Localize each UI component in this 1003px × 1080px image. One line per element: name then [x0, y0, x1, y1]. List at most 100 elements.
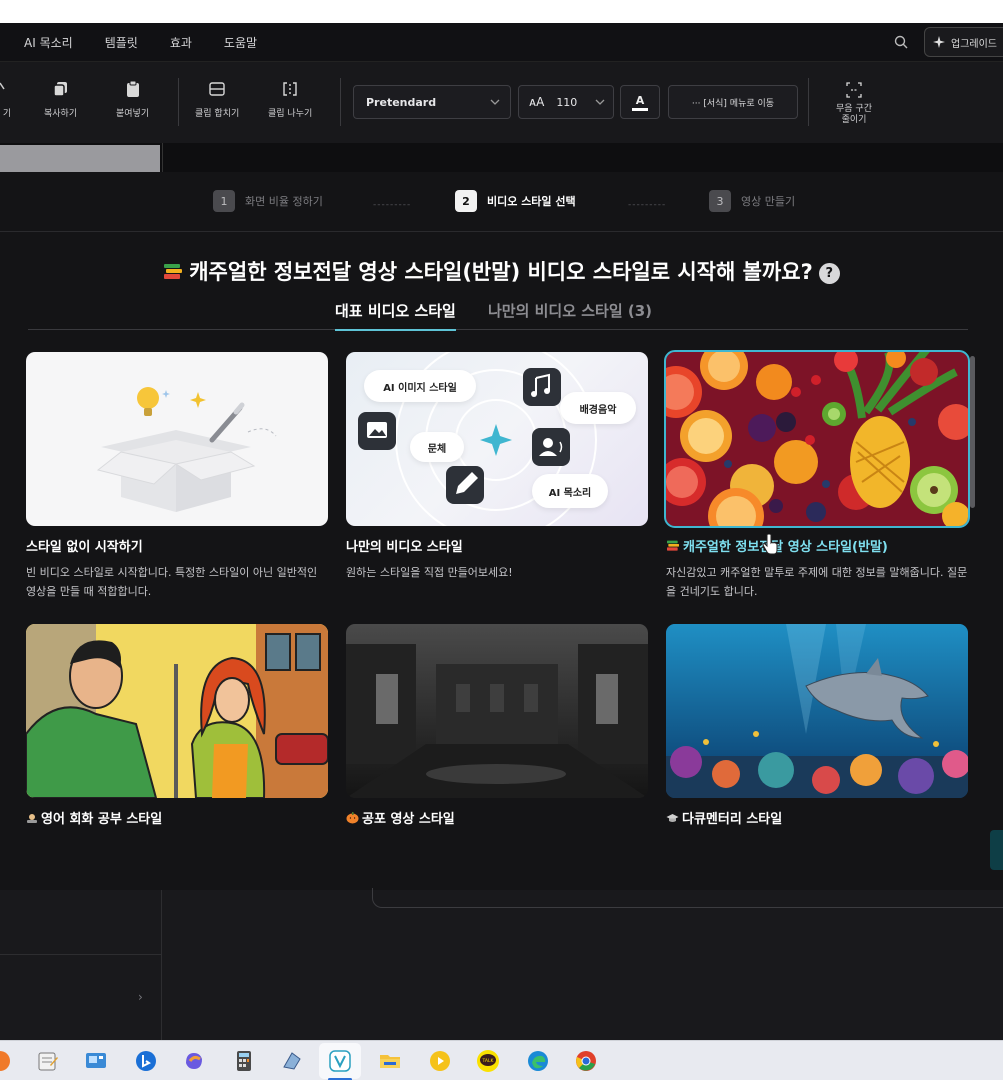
style-card-horror[interactable]: 공포 영상 스타일 [346, 624, 648, 827]
menu-ai-voice[interactable]: AI 목소리 [24, 34, 73, 51]
copy-button[interactable]: 복사하기 [44, 80, 77, 119]
comic-couple-image [26, 624, 328, 798]
upgrade-label: 업그레이드 [951, 38, 997, 50]
bing-icon[interactable] [134, 1049, 158, 1073]
merge-label: 클립 합치기 [195, 109, 240, 119]
cut-button[interactable]: 기 [0, 80, 16, 119]
step-video-style[interactable]: 2 비디오 스타일 선택 [455, 190, 576, 212]
edge-browser-icon[interactable] [526, 1049, 550, 1073]
format-menu-button[interactable]: ··· [서식] 메뉴로 이동 [668, 85, 798, 119]
cut-label: 기 [2, 109, 12, 119]
notepad-icon[interactable] [36, 1049, 60, 1073]
paste-button[interactable]: 붙여넣기 [116, 80, 149, 119]
font-family-value: Pretendard [366, 95, 437, 109]
card-title-text: 다큐멘터리 스타일 [682, 812, 783, 827]
menu-effects[interactable]: 효과 [170, 34, 192, 51]
style-card-documentary[interactable]: 다큐멘터리 스타일 [666, 624, 968, 827]
step-connector: --------- [628, 200, 667, 210]
control-panel-icon[interactable] [84, 1049, 108, 1073]
split-clip-button[interactable]: 클립 나누기 [268, 80, 312, 119]
font-size-value: 110 [556, 95, 578, 109]
merge-clips-button[interactable]: 클립 합치기 [195, 80, 239, 119]
os-taskbar: TALK [0, 1040, 1003, 1080]
video-style-dialog: 1 화면 비율 정하기 --------- 2 비디오 스타일 선택 -----… [0, 172, 1003, 890]
kakaotalk-icon[interactable]: TALK [476, 1049, 500, 1073]
card-title: 스타일 없이 시작하기 [26, 540, 143, 555]
fruits-image [666, 352, 968, 526]
card-thumbnail [26, 352, 328, 526]
card-description: 빈 비디오 스타일로 시작합니다. 특정한 스타일이 아닌 일반적인 영상을 만… [26, 566, 318, 598]
menu-help[interactable]: 도움말 [224, 34, 257, 51]
card-description: 원하는 스타일을 직접 만들어보세요! [346, 566, 513, 579]
step-create-video[interactable]: 3 영상 만들기 [709, 190, 795, 212]
card-title: 영어 회화 공부 스타일 [26, 808, 328, 827]
card-title-text: 영어 회화 공부 스타일 [41, 812, 163, 827]
upgrade-button[interactable]: 업그레이드 [924, 27, 1003, 57]
text-color-swatch [632, 107, 648, 111]
style-card-casual-info[interactable]: 캐주얼한 정보전달 영상 스타일(반말) 자신감있고 캐주얼한 말투로 주제에 … [664, 350, 970, 601]
font-size-select[interactable]: ᴀA 110 [518, 85, 614, 119]
help-icon[interactable]: ? [818, 263, 840, 284]
underwater-dolphin-image [666, 624, 968, 798]
books-emoji-icon [667, 540, 679, 551]
silence-icon [846, 82, 862, 98]
style-card-english[interactable]: 영어 회화 공부 스타일 [26, 624, 328, 827]
menu-templates[interactable]: 템플릿 [105, 34, 138, 51]
preview-strip [0, 143, 1003, 172]
menu-bar: AI 목소리 템플릿 효과 도움말 [0, 23, 1003, 61]
text-color-label: A [635, 93, 645, 107]
side-panel-tab[interactable] [990, 830, 1003, 870]
cut-icon [0, 82, 5, 90]
style-card-blank[interactable]: 스타일 없이 시작하기 빈 비디오 스타일로 시작합니다. 특정한 스타일이 아… [26, 352, 328, 601]
stickies-icon[interactable] [280, 1049, 304, 1073]
card-title: 나만의 비디오 스타일 [346, 540, 463, 555]
dark-mansion-image [346, 624, 648, 798]
open-box-illustration [96, 387, 277, 512]
card-thumbnail [346, 624, 648, 798]
step-label: 비디오 스타일 선택 [487, 195, 576, 208]
file-explorer-icon[interactable] [378, 1049, 402, 1073]
media-player-icon[interactable] [428, 1049, 452, 1073]
card-title: 다큐멘터리 스타일 [666, 808, 968, 827]
app-icon-partial[interactable] [0, 1049, 12, 1073]
split-icon [283, 82, 297, 96]
tab-my-styles[interactable]: 나만의 비디오 스타일 (3) [488, 300, 652, 321]
editor-toolbar: 기 복사하기 붙여넣기 클립 합치기 클립 나누기 Pretendard ᴀA … [0, 61, 1003, 143]
toolbar-divider [178, 78, 179, 126]
style-card-custom[interactable]: AI 이미지 스타일 배경음악 문체 AI 목소리 나만의 비디오 스타일 원하… [346, 352, 648, 582]
reduce-silence-button[interactable]: 무음 구간 줄이기 [828, 80, 880, 126]
chevron-right-icon[interactable]: › [138, 990, 143, 1004]
chrome-icon[interactable] [574, 1049, 598, 1073]
tab-featured-styles[interactable]: 대표 비디오 스타일 [335, 300, 456, 331]
paste-icon [126, 80, 139, 97]
mouse-pointer-icon [762, 534, 778, 555]
step-number: 3 [709, 190, 731, 212]
style-tabs: 대표 비디오 스타일 나만의 비디오 스타일 (3) [28, 296, 968, 331]
step-aspect-ratio[interactable]: 1 화면 비율 정하기 [213, 190, 323, 212]
card-title: 공포 영상 스타일 [346, 808, 648, 827]
timeline-frame [372, 888, 1003, 908]
card-thumbnail [664, 350, 970, 528]
copilot-icon[interactable] [182, 1049, 206, 1073]
chevron-down-icon [595, 99, 605, 105]
card-thumbnail: AI 이미지 스타일 배경음악 문체 AI 목소리 [346, 352, 648, 526]
step-number: 1 [213, 190, 235, 212]
paste-label: 붙여넣기 [116, 109, 150, 119]
split-label: 클립 나누기 [268, 109, 313, 119]
step-connector: --------- [373, 200, 412, 210]
font-family-select[interactable]: Pretendard [353, 85, 511, 119]
search-icon[interactable] [893, 34, 909, 50]
card-description: 자신감있고 캐주얼한 말투로 주제에 대한 정보를 말해줍니다. 질문을 건네기… [666, 566, 968, 598]
copy-label: 복사하기 [44, 109, 78, 119]
clip-thumbnail-bar[interactable] [0, 145, 160, 172]
strip-divider [162, 143, 163, 172]
silence-label-1: 무음 구간 [836, 104, 872, 114]
vrew-app-icon[interactable] [328, 1049, 352, 1073]
scrollbar-thumb[interactable] [970, 356, 975, 508]
text-color-button[interactable]: A [620, 85, 660, 119]
calculator-icon[interactable] [232, 1049, 256, 1073]
card-title: 캐주얼한 정보전달 영상 스타일(반말) [666, 536, 968, 555]
chevron-down-icon [490, 99, 500, 105]
toolbar-divider [340, 78, 341, 126]
copy-icon [52, 82, 67, 97]
